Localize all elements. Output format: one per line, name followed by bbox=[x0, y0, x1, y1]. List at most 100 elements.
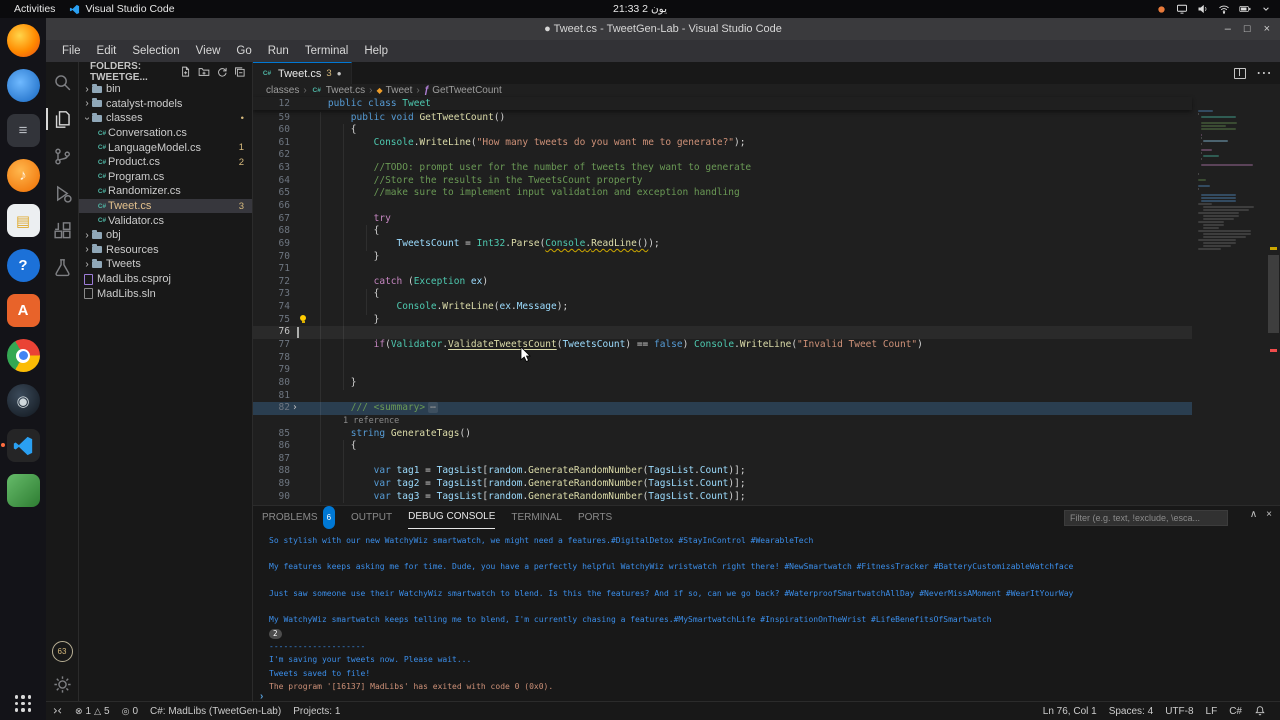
source-control-icon[interactable] bbox=[50, 144, 74, 168]
minimize-button[interactable]: – bbox=[1225, 23, 1231, 35]
code-line[interactable]: 73 { bbox=[252, 288, 1192, 301]
minimap[interactable] bbox=[1194, 110, 1256, 505]
notifications-bell[interactable] bbox=[1248, 702, 1272, 720]
breadcrumb-item-classes[interactable]: classes bbox=[266, 85, 299, 96]
maximize-panel-icon[interactable]: ∧ bbox=[1250, 509, 1257, 520]
code-line[interactable]: 76 bbox=[252, 326, 1192, 340]
code-line[interactable]: 70 } bbox=[252, 251, 1192, 264]
tree-item-conversation-cs[interactable]: C# Conversation.cs bbox=[78, 126, 252, 141]
problems-status[interactable]: ⊗ 1 △ 5 bbox=[69, 702, 116, 720]
menu-file[interactable]: File bbox=[54, 40, 89, 62]
tab-tweet-cs[interactable]: C# Tweet.cs 3 ● bbox=[252, 62, 352, 84]
code-line[interactable]: 90 var tag3 = TagsList[random.GenerateRa… bbox=[252, 491, 1192, 504]
menu-help[interactable]: Help bbox=[356, 40, 396, 62]
panel-tab-output[interactable]: OUTPUT bbox=[351, 507, 392, 529]
code-line[interactable]: 87 bbox=[252, 453, 1192, 466]
maximize-button[interactable]: □ bbox=[1244, 23, 1251, 35]
chrome-icon[interactable] bbox=[6, 339, 40, 372]
steam-icon[interactable]: ◉ bbox=[6, 384, 40, 417]
code-line[interactable]: 67 try bbox=[252, 213, 1192, 226]
scrollbar-thumb[interactable] bbox=[1268, 255, 1279, 333]
chevron-down-icon[interactable] bbox=[1260, 3, 1272, 15]
code-line[interactable]: 61 Console.WriteLine("How many tweets do… bbox=[252, 137, 1192, 150]
settings-gear-icon[interactable] bbox=[50, 672, 74, 696]
split-editor-icon[interactable] bbox=[1234, 67, 1246, 79]
thunderbird-icon[interactable] bbox=[6, 69, 40, 102]
remote-indicator[interactable] bbox=[46, 702, 69, 720]
battery-icon[interactable] bbox=[1239, 3, 1251, 15]
debug-console-output[interactable]: So stylish with our new WatchyWiz smartw… bbox=[269, 534, 1270, 692]
activities-button[interactable]: Activities bbox=[0, 3, 69, 15]
code-line[interactable]: 72 catch (Exception ex) bbox=[252, 276, 1192, 289]
refresh-icon[interactable] bbox=[216, 66, 228, 78]
csharp-project-status[interactable]: C#: MadLibs (TweetGen-Lab) bbox=[144, 702, 287, 720]
record-dot-icon[interactable] bbox=[1155, 3, 1167, 15]
tree-item-product-cs[interactable]: C# Product.cs 2 bbox=[78, 155, 252, 170]
sticky-scroll-line[interactable]: 12 public class Tweet bbox=[252, 97, 1192, 110]
code-area[interactable]: 59 public void GetTweetCount() 60 {61 Con… bbox=[252, 110, 1280, 505]
code-line[interactable]: 59 public void GetTweetCount() bbox=[252, 112, 1192, 125]
clock[interactable]: 21:33 2 يون bbox=[0, 3, 1280, 15]
tree-item-bin[interactable]: › bin bbox=[78, 82, 252, 97]
code-line[interactable]: 82 › /// <summary> ⋯ bbox=[252, 402, 1192, 415]
tree-item-program-cs[interactable]: C# Program.cs bbox=[78, 170, 252, 185]
libreoffice-writer-icon[interactable]: ▤ bbox=[6, 204, 40, 237]
tree-item-languagemodel-cs[interactable]: C# LanguageModel.cs 1 bbox=[78, 140, 252, 155]
codelens-row[interactable]: 1 reference bbox=[252, 415, 1192, 428]
code-line[interactable]: 71 bbox=[252, 263, 1192, 276]
codelens-references[interactable]: 1 reference bbox=[343, 415, 399, 428]
tree-item-resources[interactable]: › Resources bbox=[78, 243, 252, 258]
firefox-icon[interactable] bbox=[6, 24, 40, 57]
tree-item-obj[interactable]: › obj bbox=[78, 228, 252, 243]
testing-icon[interactable] bbox=[50, 255, 74, 279]
tab-dirty-indicator[interactable]: ● bbox=[337, 69, 342, 78]
breadcrumb-item-gettweetcount[interactable]: ƒ GetTweetCount bbox=[424, 85, 502, 96]
tree-item-madlibs-csproj[interactable]: MadLibs.csproj bbox=[78, 272, 252, 287]
rhythmbox-icon[interactable]: ♪ bbox=[6, 159, 40, 192]
code-line[interactable]: 80 } bbox=[252, 377, 1192, 390]
code-line[interactable]: 62 bbox=[252, 149, 1192, 162]
code-line[interactable]: 63 //TODO: prompt user for the number of… bbox=[252, 162, 1192, 175]
code-line[interactable]: 66 bbox=[252, 200, 1192, 213]
network-icon[interactable] bbox=[1218, 3, 1230, 15]
close-panel-icon[interactable]: × bbox=[1266, 509, 1272, 520]
encoding[interactable]: UTF-8 bbox=[1159, 702, 1199, 720]
console-filter-input[interactable] bbox=[1064, 510, 1228, 526]
panel-tab-ports[interactable]: PORTS bbox=[578, 507, 612, 529]
system-tray[interactable] bbox=[1155, 0, 1272, 18]
new-file-icon[interactable] bbox=[180, 66, 192, 78]
tree-item-catalyst-models[interactable]: › catalyst-models bbox=[78, 97, 252, 112]
new-folder-icon[interactable] bbox=[198, 66, 210, 78]
menu-terminal[interactable]: Terminal bbox=[297, 40, 356, 62]
code-line[interactable]: 81 bbox=[252, 390, 1192, 403]
code-line[interactable]: 60 { bbox=[252, 124, 1192, 137]
window-titlebar[interactable]: ● Tweet.cs - TweetGen-Lab - Visual Studi… bbox=[46, 18, 1280, 40]
show-apps-grid-icon[interactable] bbox=[14, 695, 32, 712]
projects-status[interactable]: Projects: 1 bbox=[287, 702, 346, 720]
language-mode[interactable]: C# bbox=[1223, 702, 1248, 720]
volume-icon[interactable] bbox=[1197, 3, 1209, 15]
menu-edit[interactable]: Edit bbox=[89, 40, 125, 62]
cursor-position[interactable]: Ln 76, Col 1 bbox=[1037, 702, 1103, 720]
explorer-section-header[interactable]: FOLDERS: TWEETGE... bbox=[78, 61, 252, 83]
accounts-badge[interactable]: 63 bbox=[51, 641, 73, 662]
code-line[interactable]: 78 bbox=[252, 352, 1192, 365]
menu-selection[interactable]: Selection bbox=[124, 40, 187, 62]
menu-run[interactable]: Run bbox=[260, 40, 297, 62]
code-line[interactable]: 75 } bbox=[252, 314, 1192, 327]
code-line[interactable]: 69 TweetsCount = Int32.Parse(Console.Rea… bbox=[252, 238, 1192, 251]
tree-item-tweets[interactable]: › Tweets bbox=[78, 257, 252, 272]
panel-tab-problems[interactable]: PROBLEMS 6 bbox=[262, 506, 336, 529]
fold-chevron-icon[interactable]: › bbox=[292, 402, 298, 415]
code-line[interactable]: 85 string GenerateTags() bbox=[252, 428, 1192, 441]
impress-icon[interactable]: A bbox=[6, 294, 40, 327]
more-actions-icon[interactable]: ⋯ bbox=[1256, 63, 1272, 83]
help-icon[interactable]: ? bbox=[6, 249, 40, 282]
breadcrumb-item-tweet-cs[interactable]: C# Tweet.cs bbox=[311, 85, 366, 96]
green-app-icon[interactable] bbox=[6, 474, 40, 507]
focused-app-indicator[interactable]: Visual Studio Code bbox=[69, 3, 175, 15]
code-line[interactable]: 64 //Store the results in the TweetsCoun… bbox=[252, 175, 1192, 188]
editor-scrollbar[interactable] bbox=[1266, 110, 1280, 505]
panel-tab-terminal[interactable]: TERMINAL bbox=[511, 507, 562, 529]
tree-item-madlibs-sln[interactable]: MadLibs.sln bbox=[78, 286, 252, 301]
